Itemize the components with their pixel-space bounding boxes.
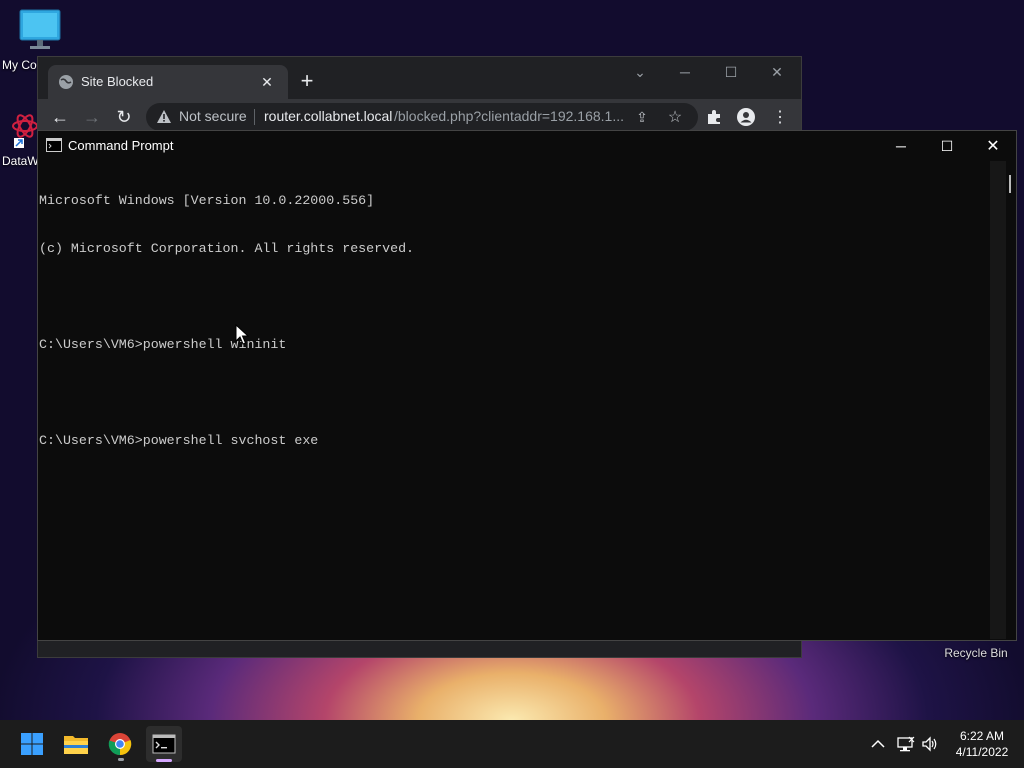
- reload-icon[interactable]: ↻: [112, 105, 136, 129]
- desktop-icon-label: Recycle Bin: [944, 646, 1008, 660]
- close-icon[interactable]: ✕: [978, 131, 1008, 161]
- chrome-icon: [108, 733, 132, 756]
- command-prompt-window[interactable]: Command Prompt ─ ☐ ✕ Microsoft Windows […: [38, 131, 1016, 640]
- mouse-cursor-icon: [235, 324, 249, 346]
- cmd-titlebar[interactable]: Command Prompt ─ ☐ ✕: [38, 131, 1016, 161]
- chrome-button[interactable]: [102, 726, 138, 762]
- taskbar: 6:22 AM 4/11/2022: [0, 720, 1024, 768]
- file-explorer-button[interactable]: [58, 726, 94, 762]
- bookmark-star-icon[interactable]: ☆: [666, 108, 684, 126]
- console-scrollbar-thumb[interactable]: [1009, 175, 1011, 193]
- desktop-icon-datawedge[interactable]: DataW: [0, 108, 40, 168]
- windows-logo-icon: [21, 733, 43, 755]
- url-host: router.collabnet.local: [264, 108, 393, 124]
- terminal-icon: [152, 734, 176, 754]
- console-line: C:\Users\VM6>powershell wininit: [39, 337, 287, 352]
- back-icon[interactable]: ←: [48, 105, 72, 129]
- forward-icon[interactable]: →: [80, 105, 104, 129]
- maximize-icon[interactable]: ☐: [716, 57, 746, 87]
- atom-shortcut-icon: [10, 108, 40, 148]
- running-indicator: [118, 758, 124, 761]
- start-button[interactable]: [14, 726, 50, 762]
- extensions-icon[interactable]: [704, 107, 724, 127]
- console-line: C:\Users\VM6>powershell svchost exe: [39, 433, 319, 448]
- desktop-icon-label: DataW: [2, 154, 39, 168]
- console-output[interactable]: Microsoft Windows [Version 10.0.22000.55…: [39, 161, 999, 631]
- command-prompt-taskbar-button[interactable]: [146, 726, 182, 762]
- console-line: (c) Microsoft Corporation. All rights re…: [39, 241, 415, 256]
- monitor-icon: [18, 8, 62, 50]
- minimize-icon[interactable]: ─: [886, 131, 916, 161]
- share-icon[interactable]: ⇪: [634, 109, 650, 125]
- network-icon[interactable]: [896, 734, 916, 754]
- cmd-title: Command Prompt: [68, 138, 174, 153]
- globe-icon: [58, 74, 74, 90]
- folder-icon: [64, 736, 88, 754]
- close-tab-icon[interactable]: ✕: [258, 73, 276, 91]
- active-indicator: [156, 759, 172, 762]
- browser-tab[interactable]: Site Blocked ✕: [48, 65, 288, 99]
- security-label[interactable]: Not secure: [179, 108, 247, 124]
- volume-icon[interactable]: [920, 734, 940, 754]
- warning-icon: [156, 109, 172, 125]
- clock-date: 4/11/2022: [955, 745, 1009, 759]
- clock-time: 6:22 AM: [959, 729, 1005, 743]
- close-icon[interactable]: ✕: [762, 57, 792, 87]
- console-scrollbar[interactable]: [990, 161, 1006, 639]
- desktop-icon-recycle-bin[interactable]: Recycle Bin: [940, 646, 1012, 660]
- new-tab-icon[interactable]: +: [296, 68, 318, 93]
- minimize-icon[interactable]: ─: [670, 57, 700, 87]
- omnibox-divider: [254, 109, 255, 125]
- profile-icon[interactable]: [736, 107, 756, 127]
- chevron-up-icon[interactable]: [868, 734, 888, 754]
- address-bar[interactable]: Not secure router.collabnet.local /block…: [146, 103, 698, 131]
- browser-tab-title: Site Blocked: [81, 74, 154, 89]
- tab-search-icon[interactable]: ⌄: [625, 57, 655, 87]
- console-app-icon: [46, 138, 62, 152]
- console-line: Microsoft Windows [Version 10.0.22000.55…: [39, 193, 375, 208]
- url-path: /blocked.php?clientaddr=192.168.1...: [394, 108, 625, 124]
- menu-kebab-icon[interactable]: ⋮: [770, 107, 790, 127]
- maximize-icon[interactable]: ☐: [932, 131, 962, 161]
- browser-tabstrip: Site Blocked ✕ + ⌄ ─ ☐ ✕: [38, 57, 801, 99]
- browser-toolbar: ← → ↻ Not secure router.collabnet.local …: [38, 99, 801, 135]
- clock[interactable]: 6:22 AM 4/11/2022: [944, 728, 1020, 760]
